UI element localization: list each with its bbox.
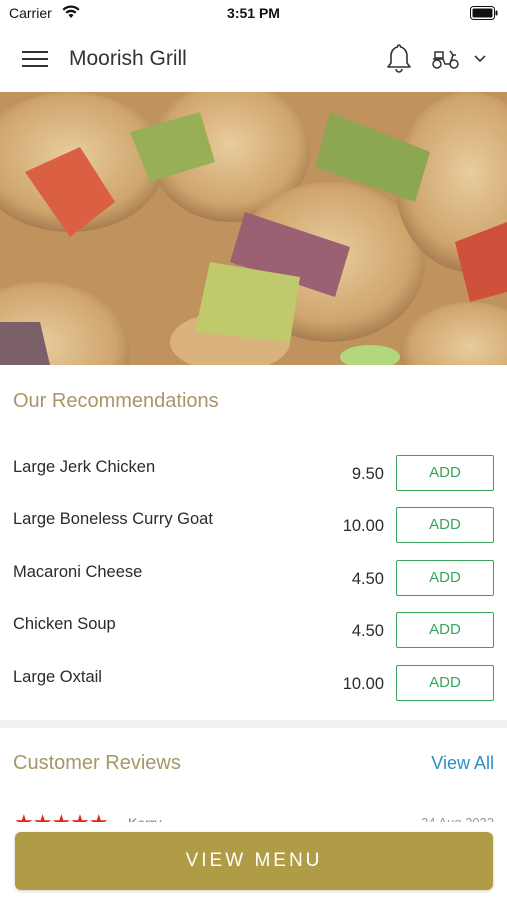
item-name: Large Jerk Chicken (13, 458, 156, 476)
item-price: 10.00 (342, 517, 384, 535)
item-name: Large Boneless Curry Goat (13, 510, 213, 528)
clock: 3:51 PM (227, 5, 280, 21)
item-price: 4.50 (351, 622, 384, 640)
view-menu-button[interactable]: VIEW MENU (15, 832, 493, 890)
menu-item-row: Chicken Soup 4.50 ADD (0, 612, 507, 664)
add-button[interactable]: ADD (396, 665, 494, 701)
item-name: Macaroni Cheese (13, 563, 143, 581)
chevron-down-icon[interactable] (473, 54, 487, 64)
app-title: Moorish Grill (69, 47, 187, 70)
recommendations-title: Our Recommendations (13, 390, 219, 412)
menu-icon[interactable] (22, 48, 48, 70)
app-header: Moorish Grill (0, 28, 507, 92)
menu-item-row: Large Jerk Chicken 9.50 ADD (0, 455, 507, 507)
item-price: 10.00 (342, 675, 384, 693)
delivery-scooter-icon[interactable] (431, 47, 461, 71)
status-bar: Carrier 3:51 PM (0, 0, 507, 28)
hero-image (0, 92, 507, 365)
section-divider (0, 720, 507, 728)
menu-item-row: Macaroni Cheese 4.50 ADD (0, 560, 507, 612)
menu-item-row: Large Boneless Curry Goat 10.00 ADD (0, 507, 507, 559)
add-button[interactable]: ADD (396, 612, 494, 648)
bottom-bar: VIEW MENU (0, 822, 507, 900)
item-price: 9.50 (351, 465, 384, 483)
kebab-photo (0, 92, 507, 365)
add-button[interactable]: ADD (396, 507, 494, 543)
add-button[interactable]: ADD (396, 560, 494, 596)
battery-icon (470, 6, 498, 20)
item-name: Large Oxtail (13, 668, 102, 686)
item-price: 4.50 (351, 570, 384, 588)
add-button[interactable]: ADD (396, 455, 494, 491)
item-name: Chicken Soup (13, 615, 116, 633)
view-all-link[interactable]: View All (431, 753, 494, 774)
bell-icon[interactable] (385, 43, 413, 73)
menu-item-row: Large Oxtail 10.00 ADD (0, 665, 507, 717)
reviews-title: Customer Reviews (13, 752, 181, 774)
